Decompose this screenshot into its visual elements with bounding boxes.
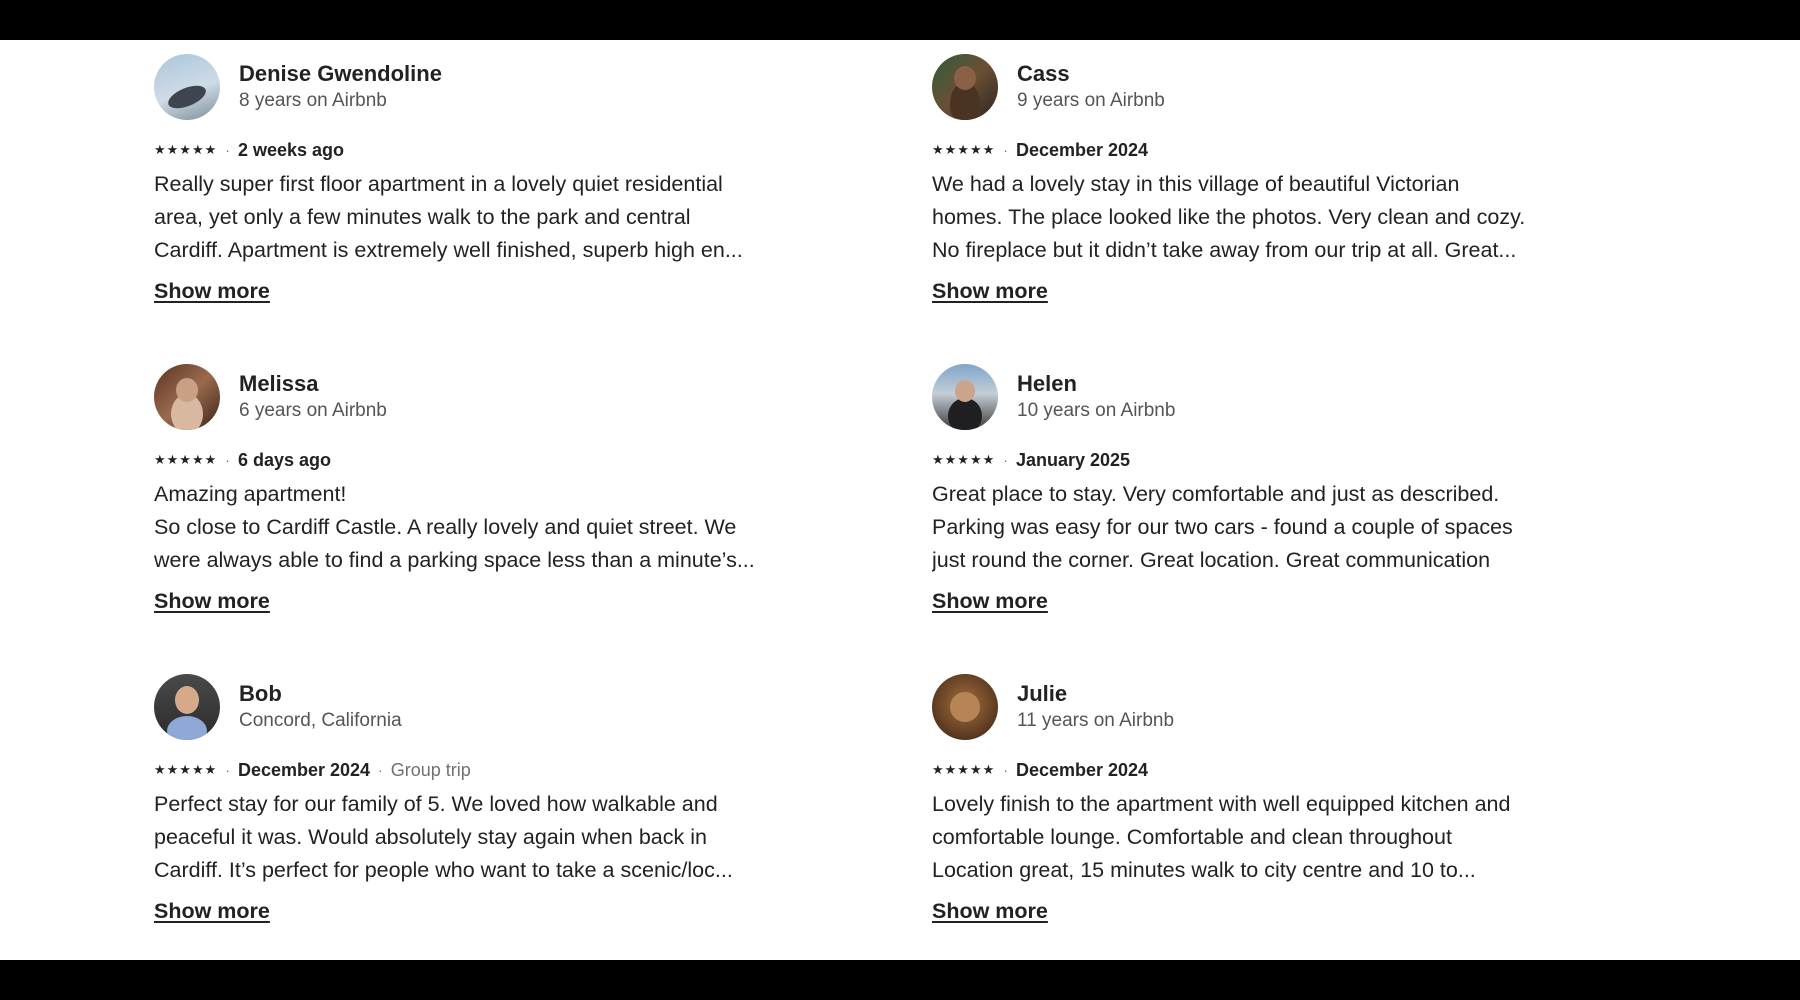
review-date: December 2024	[1015, 760, 1149, 780]
reviewer-info: Julie 11 years on Airbnb	[1017, 680, 1174, 734]
reviewer-name: Bob	[239, 681, 282, 706]
reviewer-name: Denise Gwendoline	[239, 61, 442, 86]
star-rating-icon: ★★★★★	[154, 762, 218, 777]
review-card: Julie 11 years on Airbnb ★★★★★ · Decembe…	[932, 674, 1572, 984]
star-rating-icon: ★★★★★	[932, 762, 996, 777]
reviewer-header: Melissa 6 years on Airbnb	[154, 364, 794, 430]
reviewer-header: Bob Concord, California	[154, 674, 794, 740]
reviewer-header: Helen 10 years on Airbnb	[932, 364, 1572, 430]
review-date: January 2025	[1015, 450, 1131, 470]
show-more-link[interactable]: Show more	[932, 589, 1048, 614]
reviewer-name: Helen	[1017, 371, 1077, 396]
review-text: Perfect stay for our family of 5. We lov…	[154, 792, 733, 882]
reviewer-name: Melissa	[239, 371, 319, 396]
review-meta: ★★★★★ · December 2024	[932, 758, 1572, 782]
review-meta: ★★★★★ · December 2024 · Group trip	[154, 758, 794, 782]
review-date: December 2024	[1015, 140, 1149, 160]
review-card: Helen 10 years on Airbnb ★★★★★ · January…	[932, 364, 1572, 674]
separator-dot: ·	[225, 452, 230, 468]
review-card: Bob Concord, California ★★★★★ · December…	[154, 674, 794, 984]
review-card: Melissa 6 years on Airbnb ★★★★★ · 6 days…	[154, 364, 794, 674]
review-date: 2 weeks ago	[237, 140, 345, 160]
star-rating-icon: ★★★★★	[154, 452, 218, 467]
reviews-grid: Denise Gwendoline 8 years on Airbnb ★★★★…	[154, 54, 1554, 984]
reviewer-subtitle: 11 years on Airbnb	[1017, 710, 1175, 731]
reviewer-name: Julie	[1017, 681, 1068, 706]
star-rating-icon: ★★★★★	[932, 452, 996, 467]
reviewer-subtitle: 6 years on Airbnb	[239, 400, 387, 421]
star-rating-icon: ★★★★★	[154, 142, 218, 157]
reviewer-subtitle: 10 years on Airbnb	[1017, 400, 1176, 421]
review-meta: ★★★★★ · December 2024	[932, 138, 1572, 162]
reviewer-subtitle: Concord, California	[239, 710, 402, 731]
reviewer-info: Denise Gwendoline 8 years on Airbnb	[239, 60, 442, 114]
trip-type: Group trip	[390, 760, 471, 780]
review-date: 6 days ago	[237, 450, 331, 470]
show-more-link[interactable]: Show more	[932, 279, 1048, 304]
avatar[interactable]	[154, 364, 220, 430]
separator-dot: ·	[225, 142, 230, 158]
review-card: Denise Gwendoline 8 years on Airbnb ★★★★…	[154, 54, 794, 364]
review-meta: ★★★★★ · 2 weeks ago	[154, 138, 794, 162]
review-text: Really super first floor apartment in a …	[154, 172, 743, 262]
reviewer-subtitle: 9 years on Airbnb	[1017, 90, 1165, 111]
reviewer-header: Denise Gwendoline 8 years on Airbnb	[154, 54, 794, 120]
review-text: Amazing apartment! So close to Cardiff C…	[154, 482, 755, 572]
reviewer-info: Helen 10 years on Airbnb	[1017, 370, 1175, 424]
reviewer-header: Cass 9 years on Airbnb	[932, 54, 1572, 120]
separator-dot: ·	[1003, 762, 1008, 778]
show-more-link[interactable]: Show more	[154, 279, 270, 304]
review-meta: ★★★★★ · 6 days ago	[154, 448, 794, 472]
reviewer-subtitle: 8 years on Airbnb	[239, 90, 387, 111]
show-more-link[interactable]: Show more	[154, 899, 270, 924]
review-meta: ★★★★★ · January 2025	[932, 448, 1572, 472]
separator-dot: ·	[225, 762, 230, 778]
show-more-link[interactable]: Show more	[932, 899, 1048, 924]
review-text: Great place to stay. Very comfortable an…	[932, 482, 1513, 572]
reviewer-info: Cass 9 years on Airbnb	[1017, 60, 1165, 114]
review-text: We had a lovely stay in this village of …	[932, 172, 1526, 262]
avatar[interactable]	[932, 674, 998, 740]
show-more-link[interactable]: Show more	[154, 589, 270, 614]
avatar[interactable]	[932, 364, 998, 430]
star-rating-icon: ★★★★★	[932, 142, 996, 157]
reviews-page: Denise Gwendoline 8 years on Airbnb ★★★★…	[0, 40, 1800, 960]
review-date: December 2024	[237, 760, 371, 780]
separator-dot: ·	[378, 762, 383, 778]
reviewer-header: Julie 11 years on Airbnb	[932, 674, 1572, 740]
reviewer-name: Cass	[1017, 61, 1070, 86]
avatar[interactable]	[932, 54, 998, 120]
review-card: Cass 9 years on Airbnb ★★★★★ · December …	[932, 54, 1572, 364]
reviewer-info: Melissa 6 years on Airbnb	[239, 370, 387, 424]
review-text: Lovely finish to the apartment with well…	[932, 792, 1511, 882]
avatar[interactable]	[154, 54, 220, 120]
reviewer-info: Bob Concord, California	[239, 680, 402, 734]
separator-dot: ·	[1003, 142, 1008, 158]
avatar[interactable]	[154, 674, 220, 740]
separator-dot: ·	[1003, 452, 1008, 468]
